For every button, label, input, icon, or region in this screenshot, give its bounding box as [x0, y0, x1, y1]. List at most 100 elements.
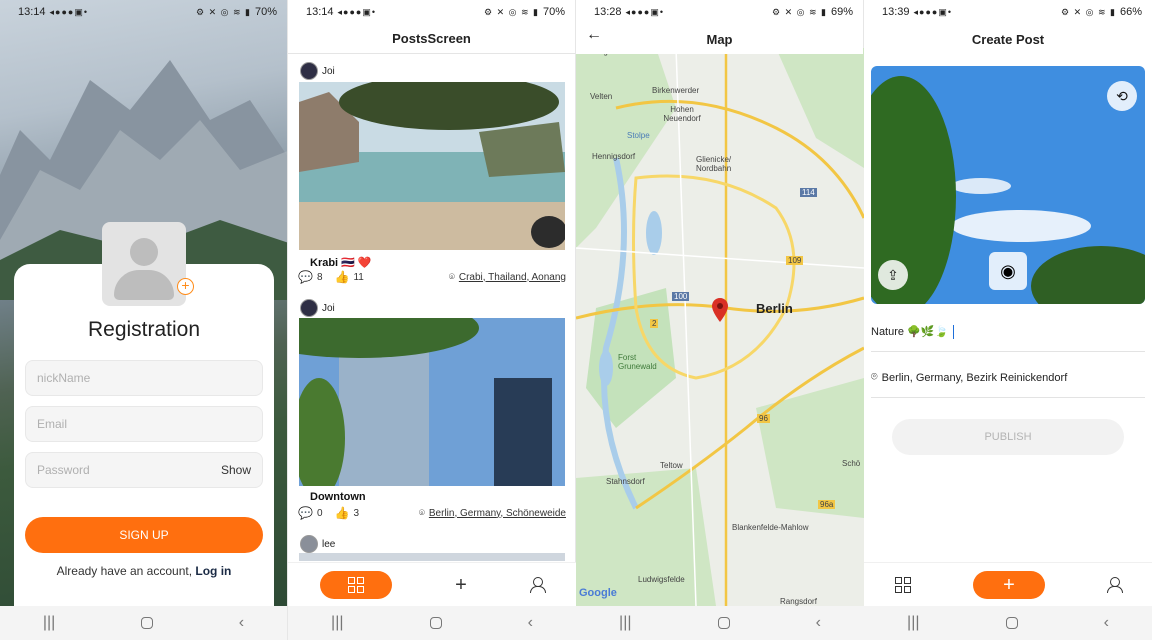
back-nav-button[interactable]: ‹	[1104, 614, 1109, 632]
post-title-input[interactable]: Nature 🌳🌿🍃	[871, 312, 1145, 352]
post-image[interactable]	[299, 318, 565, 486]
grid-icon[interactable]	[895, 576, 911, 593]
avatar-placeholder[interactable]	[102, 222, 186, 306]
comment-icon[interactable]: 💬	[298, 270, 313, 284]
email-input[interactable]: Email	[25, 406, 263, 442]
map-place-label: Glienicke/ Nordbahn	[696, 155, 732, 173]
battery-level: 69%	[830, 6, 853, 18]
post-location-input[interactable]: ⌾ Berlin, Germany, Bezirk Reinickendorf	[871, 358, 1145, 398]
status-time: 13:39	[882, 6, 910, 18]
recent-apps-button[interactable]: |||	[907, 614, 919, 632]
add-photo-icon[interactable]: +	[177, 278, 194, 295]
back-arrow-icon[interactable]: ←	[586, 26, 602, 44]
notification-icons: ◂●●●▣•	[337, 6, 377, 17]
home-button[interactable]	[717, 617, 730, 629]
text-caret	[953, 324, 955, 339]
home-button[interactable]	[141, 617, 154, 629]
back-nav-button[interactable]: ‹	[239, 614, 244, 632]
map-place-label: Blankenfelde-Mahlow	[732, 523, 809, 532]
publish-button[interactable]: PUBLISH	[892, 419, 1124, 455]
system-icons: ⚙ ✕ ◎ ≋ ▮	[196, 6, 251, 17]
plus-icon: +	[1003, 573, 1015, 596]
upload-icon[interactable]: ⇪	[878, 260, 908, 290]
status-time: 13:14	[18, 6, 46, 18]
system-navigation: ||| ‹	[0, 606, 287, 640]
recent-apps-button[interactable]: |||	[619, 614, 631, 632]
comment-icon[interactable]: 💬	[298, 506, 313, 520]
post-title: Krabi 🇹🇭 ❤️	[310, 257, 372, 269]
header-title: PostsScreen	[392, 31, 471, 46]
show-password-button[interactable]: Show	[221, 463, 251, 477]
header-title: Map	[706, 31, 733, 47]
post-author[interactable]: lee	[300, 535, 335, 553]
map-place-label: Forst Grunewald	[618, 353, 657, 371]
city-photo	[299, 318, 565, 486]
post-image-preview	[299, 553, 565, 561]
author-avatar	[300, 299, 318, 317]
google-attribution: Google	[579, 587, 617, 599]
nickname-placeholder: nickName	[37, 371, 91, 385]
screen-header: Create Post	[864, 24, 1152, 54]
notification-icons: ◂●●●▣•	[913, 6, 953, 17]
map-place-label: Teltow	[660, 461, 683, 470]
tab-create-post[interactable]: +	[455, 575, 467, 595]
system-navigation: ||| ‹	[288, 606, 576, 640]
post-location[interactable]: ⌾ Crabi, Thailand, Aonang	[449, 272, 566, 283]
like-icon[interactable]: 👍	[335, 506, 350, 520]
profile-icon[interactable]	[1107, 576, 1123, 593]
signup-button[interactable]: SIGN UP	[25, 517, 263, 553]
tab-posts[interactable]	[319, 570, 392, 599]
back-nav-button[interactable]: ‹	[528, 614, 533, 632]
bottom-tab-bar: +	[864, 562, 1152, 606]
system-navigation: ||| ‹	[576, 606, 864, 640]
road-number: 96a	[818, 500, 836, 509]
status-time: 13:28	[594, 6, 622, 18]
registration-screen: 13:14 ◂●●●▣• ⚙ ✕ ◎ ≋ ▮ 70% + Registration …	[0, 0, 288, 640]
author-name: Joi	[322, 65, 335, 77]
login-prompt-text: Already have an account,	[56, 564, 193, 578]
email-placeholder: Email	[37, 417, 68, 431]
nickname-input[interactable]: nickName	[25, 360, 263, 396]
screen-header: ← Map	[576, 24, 863, 54]
post-title-value: Nature 🌳🌿🍃	[871, 326, 949, 338]
tab-create-post[interactable]: +	[973, 570, 1045, 599]
post-meta: 💬 0 👍 3 ⌾ Berlin, Germany, Schöneweide	[298, 506, 566, 520]
status-bar: 13:14 ◂●●●▣• ⚙ ✕ ◎ ≋ ▮ 70%	[288, 0, 575, 24]
back-nav-button[interactable]: ‹	[816, 614, 821, 632]
system-navigation: ||| ‹	[864, 606, 1152, 640]
road-number: 2	[650, 319, 659, 328]
like-icon[interactable]: 👍	[335, 270, 350, 284]
post-image[interactable]	[299, 82, 565, 250]
login-link[interactable]: Log in	[195, 564, 231, 578]
location-pin-icon: ⌾	[448, 271, 455, 283]
grid-icon	[347, 576, 364, 593]
post-author[interactable]: Joi	[300, 62, 335, 80]
author-avatar	[300, 535, 318, 553]
road-number: 96	[757, 414, 770, 423]
page-title: Registration	[87, 318, 201, 341]
post-location[interactable]: ⌾ Berlin, Germany, Schöneweide	[419, 508, 566, 519]
bottom-tab-bar: +	[288, 562, 576, 606]
map-city-label: Berlin	[756, 301, 793, 316]
battery-level: 70%	[254, 6, 277, 18]
map-place-label: Velten	[590, 92, 613, 101]
recent-apps-button[interactable]: |||	[43, 614, 55, 632]
battery-level: 66%	[1119, 6, 1142, 18]
comment-count: 0	[316, 507, 323, 519]
password-input[interactable]: Password Show	[25, 452, 263, 488]
post-author[interactable]: Joi	[300, 299, 335, 317]
switch-camera-icon[interactable]: ⟲	[1107, 81, 1137, 111]
home-button[interactable]	[429, 617, 442, 629]
map-place-label: Hohen Neuendorf	[663, 105, 701, 123]
recent-apps-button[interactable]: |||	[331, 614, 343, 632]
battery-level: 70%	[542, 6, 565, 18]
map-place-label: Birkenwerder	[652, 86, 700, 95]
map-view[interactable]	[576, 48, 864, 606]
camera-icon[interactable]: ◉	[989, 252, 1027, 290]
status-bar: 13:28 ◂●●●▣• ⚙ ✕ ◎ ≋ ▮ 69%	[576, 0, 863, 24]
profile-icon[interactable]	[530, 576, 547, 593]
home-button[interactable]	[1005, 617, 1018, 629]
map-pin-icon[interactable]	[712, 298, 728, 322]
post-meta: 💬 8 👍 11 ⌾ Crabi, Thailand, Aonang	[298, 270, 566, 284]
system-icons: ⚙ ✕ ◎ ≋ ▮	[484, 6, 539, 17]
